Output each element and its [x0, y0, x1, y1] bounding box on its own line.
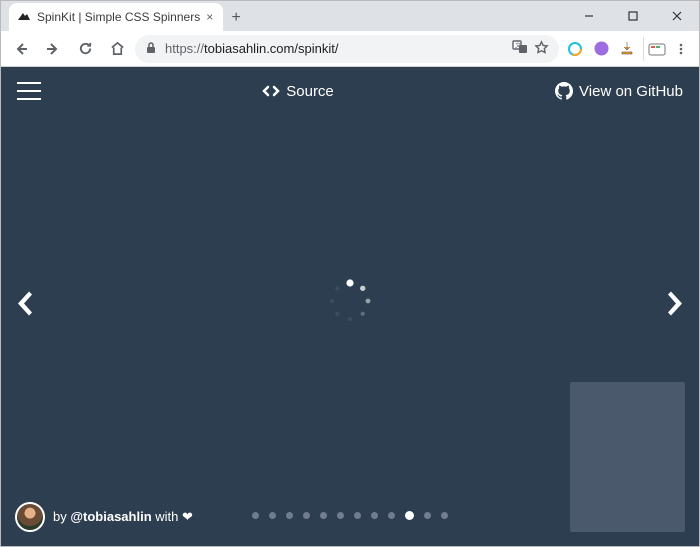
url-text: https://tobiasahlin.com/spinkit/ — [165, 41, 338, 56]
spinner-dot — [348, 316, 352, 320]
hamburger-menu-icon[interactable] — [17, 82, 41, 100]
pager-dot[interactable] — [320, 512, 327, 519]
spinner-dot — [335, 286, 339, 290]
page-footer: by @tobiasahlin with ❤ — [15, 502, 193, 532]
github-label: View on GitHub — [579, 83, 683, 100]
pager-dot[interactable] — [424, 512, 431, 519]
window-minimize-button[interactable] — [567, 1, 611, 31]
browser-titlebar: SpinKit | Simple CSS Spinners × + — [1, 1, 699, 31]
home-button[interactable] — [103, 35, 131, 63]
github-link[interactable]: View on GitHub — [555, 82, 683, 100]
pager-dot[interactable] — [441, 512, 448, 519]
spinner-dot — [360, 285, 365, 290]
github-icon — [555, 82, 573, 100]
source-link[interactable]: Source — [262, 83, 334, 100]
side-panel[interactable] — [570, 382, 685, 532]
pager-dot[interactable] — [286, 512, 293, 519]
window-controls — [567, 1, 699, 31]
footer-text: by @tobiasahlin with ❤ — [53, 509, 193, 525]
address-bar[interactable]: https://tobiasahlin.com/spinkit/ 文 — [135, 35, 559, 63]
pager-dot[interactable] — [371, 512, 378, 519]
extension-icon-3[interactable] — [615, 37, 639, 61]
browser-menu-button[interactable] — [669, 37, 693, 61]
svg-text:文: 文 — [515, 42, 521, 50]
browser-tab[interactable]: SpinKit | Simple CSS Spinners × — [9, 3, 223, 31]
extension-icon-4[interactable] — [643, 37, 667, 61]
translate-icon[interactable]: 文 — [512, 40, 528, 57]
spinner-dot — [361, 311, 365, 315]
pager-dot[interactable] — [337, 512, 344, 519]
window-maximize-button[interactable] — [611, 1, 655, 31]
code-icon — [262, 84, 280, 98]
forward-button[interactable] — [39, 35, 67, 63]
back-button[interactable] — [7, 35, 35, 63]
pager-dot[interactable] — [252, 512, 259, 519]
star-icon[interactable] — [534, 40, 549, 58]
source-label: Source — [286, 83, 334, 100]
pager-dot[interactable] — [354, 512, 361, 519]
extension-icon-2[interactable] — [589, 37, 613, 61]
author-avatar[interactable] — [15, 502, 45, 532]
tab-close-icon[interactable]: × — [206, 10, 213, 24]
lock-icon — [145, 41, 157, 57]
tab-favicon-icon — [17, 10, 31, 24]
pager-dot[interactable] — [388, 512, 395, 519]
spinner-dot — [330, 298, 334, 302]
browser-window: SpinKit | Simple CSS Spinners × + https:… — [0, 0, 700, 547]
heart-icon: ❤ — [182, 509, 193, 524]
spinner-dot — [346, 279, 353, 286]
extension-icon-1[interactable] — [563, 37, 587, 61]
tab-title: SpinKit | Simple CSS Spinners — [37, 10, 200, 24]
page-viewport: Source View on GitHub by @tobiasahlin wi… — [1, 67, 699, 546]
new-tab-button[interactable]: + — [223, 5, 249, 31]
spinner-dot — [335, 311, 339, 315]
reload-button[interactable] — [71, 35, 99, 63]
spinner-dot — [366, 298, 371, 303]
browser-toolbar: https://tobiasahlin.com/spinkit/ 文 — [1, 31, 699, 67]
pager-dot[interactable] — [405, 511, 414, 520]
author-handle[interactable]: @tobiasahlin — [70, 509, 151, 524]
pager-dot[interactable] — [269, 512, 276, 519]
fading-circle-spinner — [326, 277, 374, 325]
page-header: Source View on GitHub — [1, 67, 699, 115]
pager-dots — [252, 512, 448, 520]
window-close-button[interactable] — [655, 1, 699, 31]
pager-dot[interactable] — [303, 512, 310, 519]
extensions-group — [563, 37, 693, 61]
